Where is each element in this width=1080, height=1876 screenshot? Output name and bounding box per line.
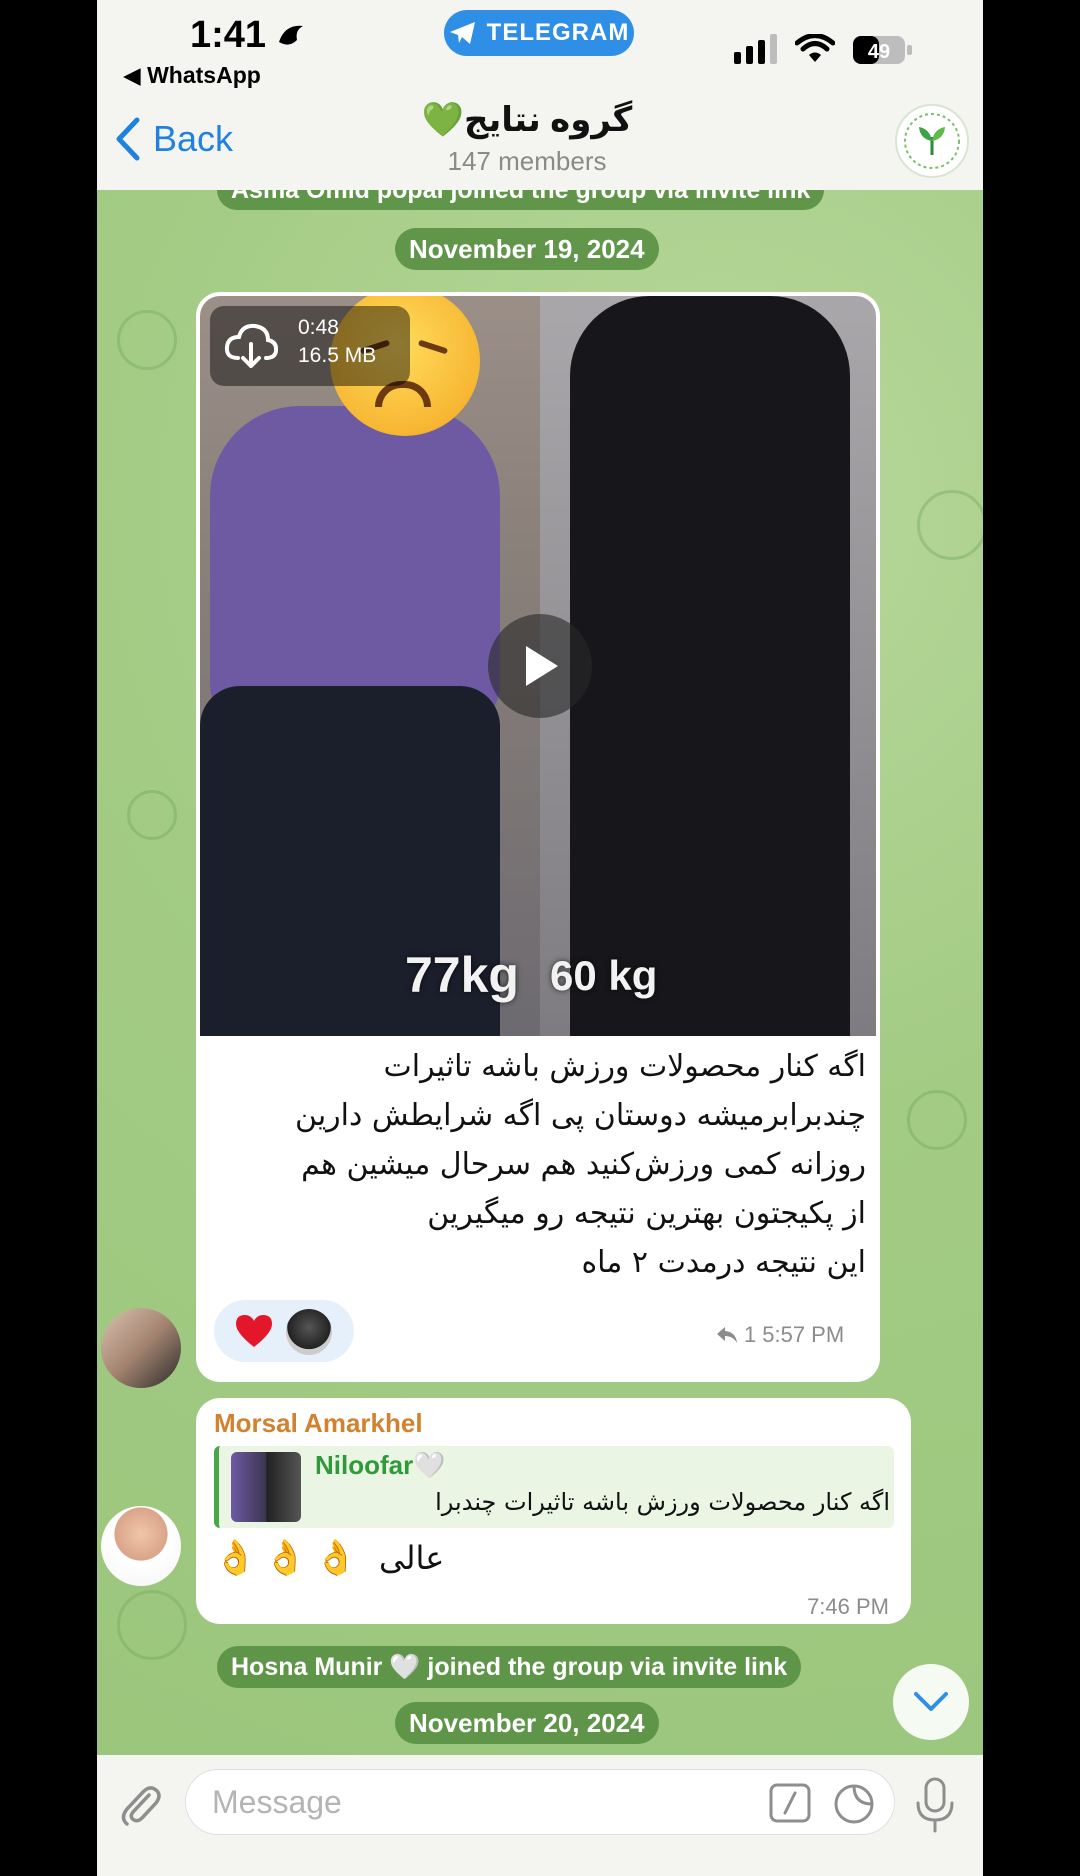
wifi-icon	[795, 34, 835, 62]
chat-title[interactable]: گروه نتایج💚	[347, 100, 707, 140]
sender-name[interactable]: Morsal Amarkhel	[214, 1408, 423, 1439]
group-avatar[interactable]	[895, 104, 969, 178]
cellular-signal-icon	[734, 34, 777, 64]
weight-before: 77kg	[405, 947, 519, 1003]
caption-line: چندبرابرمیشه دوستان پی اگه شرایطش دارین	[295, 1098, 866, 1133]
wallpaper-doodle	[907, 1090, 967, 1150]
weight-after: 60 kg	[550, 952, 658, 999]
ok-hand-emoji: 👌	[264, 1538, 307, 1578]
status-time: 1:41	[190, 14, 267, 56]
video-message-bubble[interactable]: 0:48 16.5 MB 77kg 60 kg اگه کنار محصولات…	[196, 292, 880, 1382]
date-separator: November 20, 2024	[395, 1702, 659, 1744]
phone-screen: 1:41 ◀ WhatsApp TELEGRAM 49 Back گروه نت…	[97, 0, 983, 1876]
sender-avatar[interactable]	[101, 1308, 181, 1388]
join-notice: Hosna Munir 🤍 joined the group via invit…	[217, 1646, 802, 1688]
reaction-pill[interactable]	[214, 1300, 354, 1362]
results-leaf-logo-icon	[904, 113, 960, 169]
reply-thumbnail	[231, 1452, 301, 1522]
play-button[interactable]	[488, 614, 592, 718]
sticker-icon[interactable]	[833, 1783, 875, 1825]
sender-avatar[interactable]	[101, 1506, 181, 1586]
ok-hand-emoji: 👌	[214, 1538, 257, 1578]
caption-line: از پکیجتون بهترین نتیجه رو میگیرین	[427, 1196, 866, 1231]
eyebrow	[417, 339, 449, 355]
reactor-avatar	[286, 1309, 332, 1355]
reply-message-bubble[interactable]: Morsal Amarkhel Niloofar🤍 اگه کنار محصول…	[196, 1398, 911, 1624]
reply-arrow-icon	[717, 1327, 737, 1343]
video-thumbnail[interactable]: 0:48 16.5 MB 77kg 60 kg	[200, 296, 876, 1036]
black-outfit	[570, 296, 850, 1036]
video-size: 16.5 MB	[298, 344, 377, 367]
battery-indicator: 49	[852, 34, 914, 66]
play-icon	[526, 646, 558, 686]
reply-count: 1	[744, 1322, 757, 1347]
caption-line: روزانه کمی ورزش‌کنید هم سرحال میشین هم	[301, 1147, 866, 1182]
wallpaper-doodle	[117, 1590, 187, 1660]
message-text-row: 👌 👌 👌 عالی	[214, 1538, 444, 1578]
download-badge[interactable]: 0:48 16.5 MB	[210, 306, 410, 386]
input-bar	[97, 1755, 983, 1876]
telegram-plane-icon	[449, 22, 475, 44]
scroll-to-bottom-button[interactable]	[893, 1664, 969, 1740]
back-to-app-link[interactable]: ◀ WhatsApp	[123, 62, 261, 89]
chat-area[interactable]: Asma Omid popal joined the group via inv…	[97, 190, 983, 1755]
reply-snippet: اگه کنار محصولات ورزش باشه تاثیرات چندبر…	[435, 1488, 890, 1516]
wallpaper-doodle	[127, 790, 177, 840]
quoted-reply[interactable]: Niloofar🤍 اگه کنار محصولات ورزش باشه تاث…	[214, 1446, 894, 1528]
microphone-icon[interactable]	[915, 1777, 955, 1833]
message-caption: اگه کنار محصولات ورزش باشه تاثیرات چندبر…	[216, 1042, 866, 1287]
battery-level: 49	[868, 41, 890, 63]
telegram-pill[interactable]: TELEGRAM	[444, 10, 634, 56]
bot-command-icon[interactable]	[769, 1783, 811, 1823]
message-time: 7:46 PM	[807, 1594, 889, 1619]
back-button[interactable]: Back	[113, 116, 233, 162]
ok-hand-emoji: 👌	[314, 1538, 358, 1578]
chevron-down-icon	[914, 1692, 948, 1711]
wallpaper-doodle	[917, 490, 983, 560]
member-count: 147 members	[447, 146, 607, 176]
focus-moon-icon	[279, 25, 303, 45]
cloud-download-icon	[224, 323, 278, 368]
red-heart-icon	[236, 1315, 272, 1347]
join-notice: Asma Omid popal joined the group via inv…	[217, 190, 825, 210]
video-duration: 0:48	[298, 316, 339, 339]
back-label: Back	[153, 118, 234, 159]
top-bar: 1:41 ◀ WhatsApp TELEGRAM 49 Back گروه نت…	[97, 0, 983, 190]
caption-line: این نتیجه درمدت ۲ ماه	[581, 1245, 866, 1280]
reply-author: Niloofar🤍	[315, 1450, 446, 1480]
chevron-left-icon	[116, 117, 140, 161]
message-text: عالی	[379, 1539, 445, 1577]
telegram-pill-label: TELEGRAM	[486, 19, 630, 46]
caption-line: اگه کنار محصولات ورزش باشه تاثیرات	[383, 1049, 866, 1084]
message-time: 5:57 PM	[762, 1322, 845, 1347]
wallpaper-doodle	[117, 310, 177, 370]
purple-shirt	[210, 406, 500, 726]
battery-icon: 49	[853, 36, 912, 64]
message-meta: 1 5:57 PM	[716, 1322, 844, 1348]
paperclip-icon[interactable]	[115, 1779, 165, 1829]
date-separator: November 19, 2024	[395, 228, 659, 270]
